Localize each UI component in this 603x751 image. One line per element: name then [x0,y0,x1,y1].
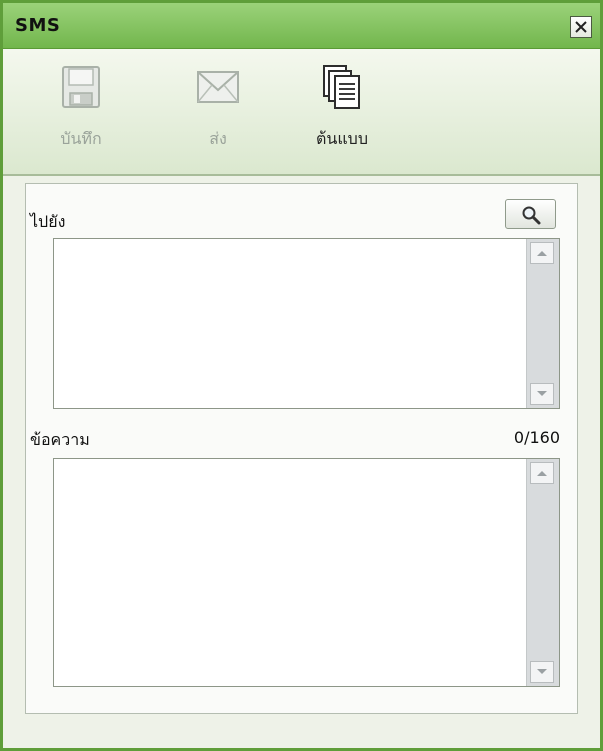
documents-stack-icon [318,63,366,111]
toolbar: บันทึก ส่ง ต้นแบบ [3,49,600,176]
magnifier-icon [522,206,540,225]
floppy-disk-icon [57,63,105,111]
template-button[interactable]: ต้นแบบ [297,57,387,169]
send-button[interactable]: ส่ง [173,57,263,169]
to-label: ไปยัง [30,212,66,231]
send-label: ส่ง [209,129,227,148]
arrow-up-icon [537,471,547,476]
message-field[interactable] [53,458,560,687]
message-scrollbar[interactable] [526,459,559,686]
recipients-field[interactable] [53,238,560,409]
envelope-icon [194,63,242,111]
recipients-scrollbar[interactable] [526,239,559,408]
search-contacts-button[interactable] [505,199,556,229]
character-counter: 0/160 [513,428,560,447]
arrow-down-icon [537,669,547,674]
close-icon [575,21,587,33]
window-title: SMS [15,15,61,36]
arrow-down-icon [537,391,547,396]
save-label: บันทึก [60,129,102,148]
template-label: ต้นแบบ [316,129,368,148]
arrow-up-icon [537,251,547,256]
scroll-up-button[interactable] [530,462,554,484]
scroll-down-button[interactable] [530,661,554,683]
close-button[interactable] [570,16,592,38]
scroll-down-button[interactable] [530,383,554,405]
message-label: ข้อความ [30,430,90,449]
scroll-up-button[interactable] [530,242,554,264]
save-button[interactable]: บันทึก [36,57,126,169]
title-bar: SMS [3,3,600,49]
